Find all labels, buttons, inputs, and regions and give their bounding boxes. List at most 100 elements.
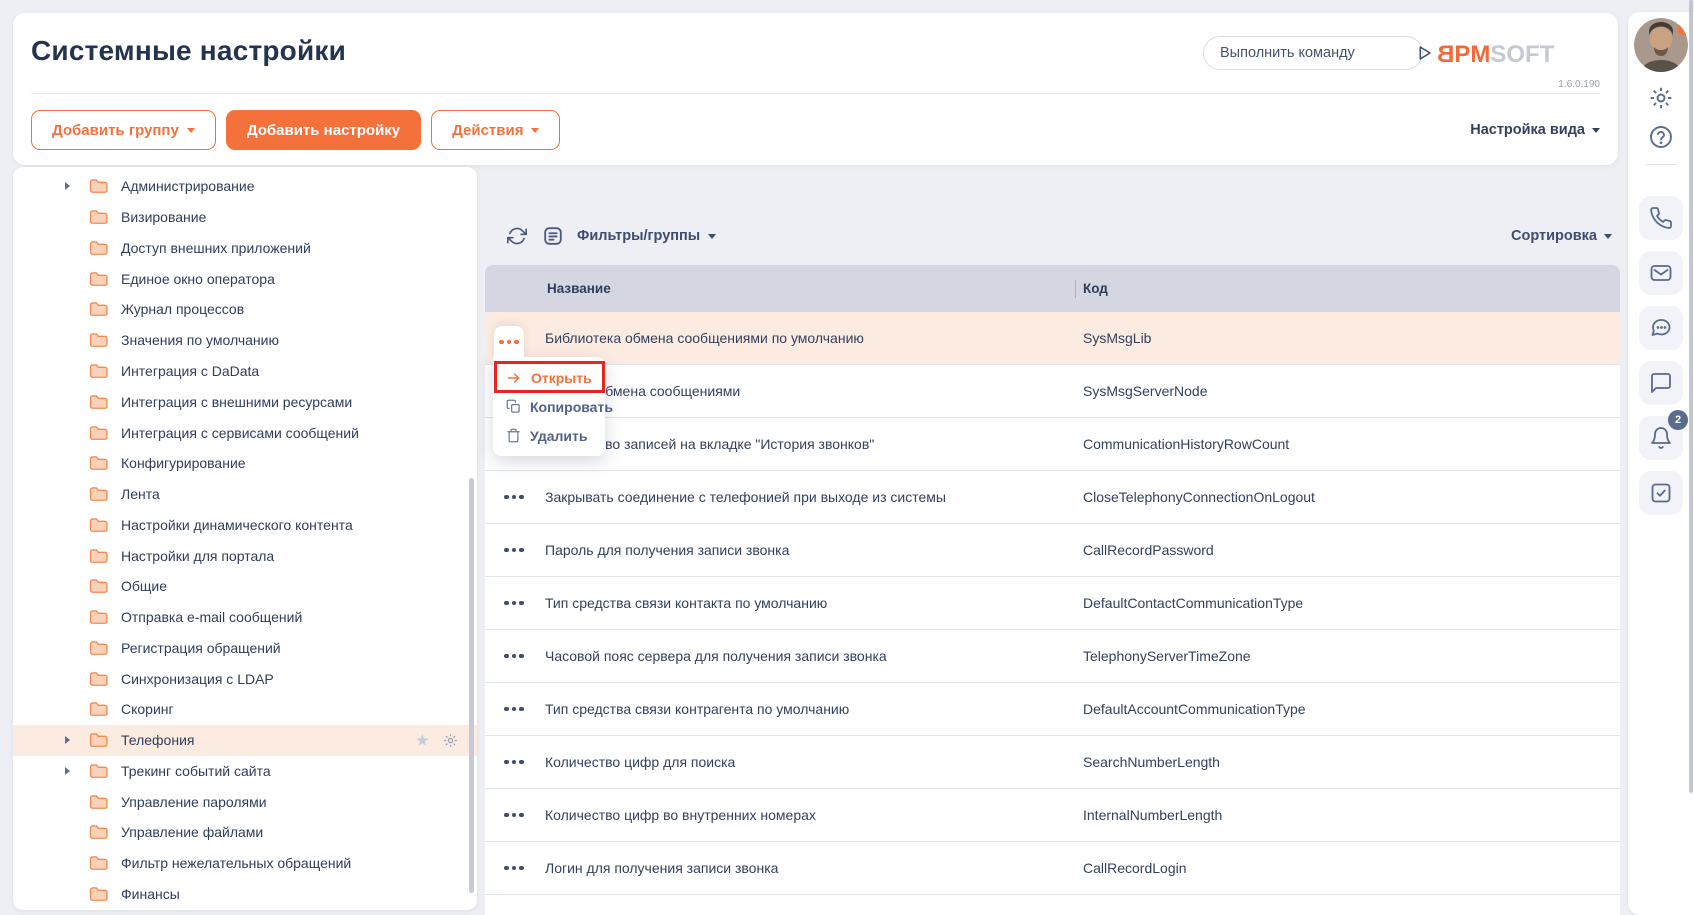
tree-item[interactable]: Отправка e-mail сообщений ★ bbox=[13, 602, 477, 633]
add-group-button[interactable]: Добавить группу bbox=[31, 110, 216, 150]
tree-scrollbar-thumb[interactable] bbox=[469, 478, 474, 893]
table-row[interactable]: Библиотека обмена сообщениями по умолчан… bbox=[485, 312, 1620, 365]
help-icon[interactable] bbox=[1647, 123, 1675, 151]
settings-group-tree: Администрирование ★ Визирование bbox=[13, 167, 477, 910]
row-actions-dots-icon[interactable] bbox=[500, 648, 528, 665]
table-row[interactable]: Количество цифр для поиска SearchNumberL… bbox=[485, 736, 1620, 789]
folder-icon bbox=[89, 178, 108, 194]
setting-code-cell: CommunicationHistoryRowCount bbox=[1075, 436, 1620, 452]
favorite-star-icon[interactable]: ★ bbox=[415, 732, 430, 749]
phone-icon bbox=[1649, 206, 1673, 230]
tree-item[interactable]: Доступ внешних приложений ★ bbox=[13, 233, 477, 264]
setting-code-cell: TelephonyServerTimeZone bbox=[1075, 648, 1620, 664]
tree-list: Администрирование ★ Визирование bbox=[13, 167, 477, 909]
tree-item[interactable]: Управление файлами ★ bbox=[13, 817, 477, 848]
table-row[interactable]: Тип средства связи контрагента по умолча… bbox=[485, 683, 1620, 736]
tree-item[interactable]: Управление паролями ★ bbox=[13, 786, 477, 817]
filters-groups-button[interactable]: Фильтры/группы bbox=[577, 228, 716, 244]
tree-item[interactable]: Настройки динамического контента ★ bbox=[13, 509, 477, 540]
row-actions-dots-icon[interactable] bbox=[500, 595, 528, 612]
avatar-status-badge bbox=[1677, 21, 1688, 36]
action-buttons-row: Добавить группу Добавить настройку Дейст… bbox=[31, 110, 1600, 150]
tree-item[interactable]: Фильтр нежелательных обращений ★ bbox=[13, 848, 477, 879]
right-sidebar: 2 bbox=[1628, 12, 1694, 915]
tree-item[interactable]: Значения по умолчанию ★ bbox=[13, 325, 477, 356]
row-actions-dots-icon[interactable] bbox=[500, 542, 528, 559]
expand-caret-icon[interactable] bbox=[65, 767, 77, 775]
table-row[interactable] bbox=[485, 895, 1620, 915]
row-actions-dots-icon[interactable] bbox=[499, 340, 519, 345]
tree-item[interactable]: Журнал процессов ★ bbox=[13, 294, 477, 325]
group-settings-gear-icon[interactable] bbox=[443, 733, 458, 748]
add-setting-button[interactable]: Добавить настройку bbox=[226, 110, 421, 150]
run-command-button[interactable] bbox=[1415, 37, 1433, 69]
tasks-button[interactable] bbox=[1639, 471, 1683, 515]
setting-code-cell: DefaultAccountCommunicationType bbox=[1075, 701, 1620, 717]
tree-item-label: Интеграция с DaData bbox=[121, 363, 259, 379]
tree-item[interactable]: Скоринг ★ bbox=[13, 694, 477, 725]
expand-caret-icon[interactable] bbox=[65, 736, 77, 744]
setting-code-cell: SysMsgServerNode bbox=[1075, 383, 1620, 399]
play-icon bbox=[1415, 44, 1433, 62]
column-header-name[interactable]: Название bbox=[545, 281, 1075, 296]
column-header-code[interactable]: Код bbox=[1075, 281, 1620, 296]
tree-item[interactable]: Финансы ★ bbox=[13, 879, 477, 910]
table-row[interactable]: Пароль для получения записи звонка CallR… bbox=[485, 524, 1620, 577]
tree-item[interactable]: Единое окно оператора ★ bbox=[13, 263, 477, 294]
folder-icon bbox=[89, 271, 108, 287]
table-row[interactable]: Сервер обмена сообщениями SysMsgServerNo… bbox=[485, 365, 1620, 418]
row-actions-open-chip[interactable] bbox=[494, 326, 524, 358]
tree-item[interactable]: Регистрация обращений ★ bbox=[13, 632, 477, 663]
user-avatar[interactable] bbox=[1634, 18, 1688, 72]
window-scrollbar-thumb[interactable] bbox=[1689, 0, 1693, 793]
tree-item[interactable]: Интеграция с DaData ★ bbox=[13, 356, 477, 387]
email-button[interactable] bbox=[1639, 251, 1683, 295]
row-actions-dots-icon[interactable] bbox=[500, 489, 528, 506]
folder-icon bbox=[89, 640, 108, 656]
summary-list-icon[interactable] bbox=[541, 224, 565, 248]
gear-icon[interactable] bbox=[1647, 84, 1675, 112]
row-actions-dots-icon[interactable] bbox=[500, 754, 528, 771]
tree-item[interactable]: Лента ★ bbox=[13, 479, 477, 510]
phone-button[interactable] bbox=[1639, 196, 1683, 240]
context-menu-copy[interactable]: Копировать bbox=[493, 392, 605, 421]
table-row[interactable]: Логин для получения записи звонка CallRe… bbox=[485, 842, 1620, 895]
setting-name-cell: Сервер обмена сообщениями bbox=[545, 383, 1075, 399]
expand-caret-icon[interactable] bbox=[65, 182, 77, 190]
version-label: 1.6.0.190 bbox=[1558, 79, 1600, 90]
tree-item[interactable]: Трекинг событий сайта ★ bbox=[13, 756, 477, 787]
tree-item[interactable]: Синхронизация с LDAP ★ bbox=[13, 663, 477, 694]
copy-icon bbox=[506, 399, 521, 414]
tree-item-label: Настройки динамического контента bbox=[121, 517, 353, 533]
command-input[interactable] bbox=[1204, 45, 1415, 61]
table-row[interactable]: Количество записей на вкладке "История з… bbox=[485, 418, 1620, 471]
tree-item[interactable]: Интеграция с внешними ресурсами ★ bbox=[13, 386, 477, 417]
tree-item[interactable]: Администрирование ★ bbox=[13, 171, 477, 202]
refresh-icon[interactable] bbox=[505, 224, 529, 248]
tree-item[interactable]: Конфигурирование ★ bbox=[13, 448, 477, 479]
rail-divider bbox=[1646, 164, 1676, 165]
tree-item-label: Интеграция с сервисами сообщений bbox=[121, 425, 359, 441]
tree-item[interactable]: Визирование ★ bbox=[13, 202, 477, 233]
view-settings-button[interactable]: Настройка вида bbox=[1470, 122, 1600, 138]
tree-item[interactable]: Настройки для портала ★ bbox=[13, 540, 477, 571]
chats-button[interactable] bbox=[1639, 306, 1683, 350]
comments-button[interactable] bbox=[1639, 361, 1683, 405]
row-actions-dots-icon[interactable] bbox=[500, 701, 528, 718]
tree-item[interactable]: Телефония ★ bbox=[13, 725, 477, 756]
table-row[interactable]: Закрывать соединение с телефонией при вы… bbox=[485, 471, 1620, 524]
table-row[interactable]: Количество цифр во внутренних номерах In… bbox=[485, 789, 1620, 842]
row-actions-dots-icon[interactable] bbox=[500, 807, 528, 824]
row-actions-dots-icon[interactable] bbox=[500, 860, 528, 877]
context-menu-delete[interactable]: Удалить bbox=[493, 421, 605, 450]
table-row[interactable]: Часовой пояс сервера для получения запис… bbox=[485, 630, 1620, 683]
folder-icon bbox=[89, 824, 108, 840]
chevron-down-icon bbox=[708, 234, 716, 239]
context-menu-open[interactable]: Открыть bbox=[493, 363, 605, 392]
setting-code-cell: InternalNumberLength bbox=[1075, 807, 1620, 823]
tree-item[interactable]: Интеграция с сервисами сообщений ★ bbox=[13, 417, 477, 448]
actions-button[interactable]: Действия bbox=[431, 110, 560, 150]
tree-item[interactable]: Общие ★ bbox=[13, 571, 477, 602]
sort-button[interactable]: Сортировка bbox=[1511, 228, 1612, 244]
table-row[interactable]: Тип средства связи контакта по умолчанию… bbox=[485, 577, 1620, 630]
